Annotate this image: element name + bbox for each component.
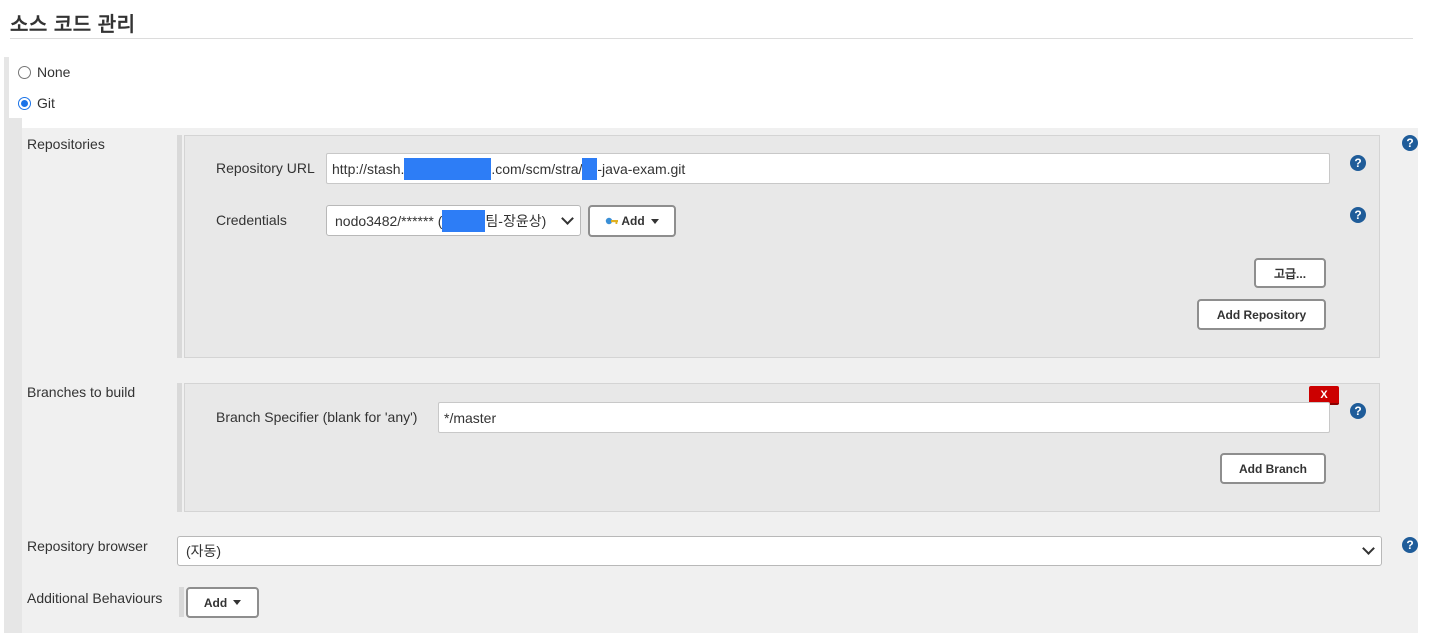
question-circle-icon[interactable]: ?: [1350, 403, 1366, 419]
credentials-add-button[interactable]: Add: [588, 205, 676, 237]
repositories-label: Repositories: [27, 136, 105, 152]
radio-none[interactable]: [18, 65, 31, 79]
behaviours-add-button[interactable]: Add: [186, 587, 259, 618]
repository-url-text-1: http://stash.: [332, 160, 405, 177]
credentials-text-2: 팀-장윤상): [485, 212, 547, 229]
behaviours-bar: [179, 587, 184, 617]
title-divider: [10, 38, 1413, 39]
branch-specifier-label: Branch Specifier (blank for 'any'): [216, 409, 418, 425]
repository-url-label: Repository URL: [216, 160, 315, 176]
scm-option-none-label: None: [37, 64, 71, 80]
caret-down-icon: [650, 218, 659, 224]
repository-url-text-2: .com/scm/stra/: [491, 160, 583, 177]
section-title: 소스 코드 관리: [10, 14, 136, 36]
repositories-bar: [177, 135, 182, 358]
branch-specifier-input[interactable]: */master: [438, 402, 1330, 433]
credentials-add-label: Add: [621, 214, 645, 228]
repository-url-text-3: -java-exam.git: [597, 160, 686, 177]
scm-option-git-label: Git: [37, 95, 55, 111]
question-circle-icon[interactable]: ?: [1350, 207, 1366, 223]
redaction-block: [442, 209, 486, 232]
question-circle-icon[interactable]: ?: [1402, 135, 1418, 151]
advanced-button[interactable]: 고급...: [1254, 258, 1326, 288]
repository-browser-select[interactable]: (자동): [177, 536, 1382, 566]
chevron-down-icon: [1362, 542, 1375, 555]
question-circle-icon[interactable]: ?: [1402, 537, 1418, 553]
behaviours-add-label: Add: [203, 595, 228, 610]
radio-git[interactable]: [18, 96, 31, 110]
caret-down-icon: [233, 600, 242, 605]
key-icon: [605, 216, 619, 226]
branches-label: Branches to build: [27, 384, 136, 400]
additional-behaviours-label: Additional Behaviours: [27, 590, 163, 606]
git-left-bar: [9, 118, 22, 633]
chevron-down-icon: [561, 211, 574, 225]
add-repository-button[interactable]: Add Repository: [1197, 299, 1326, 330]
redaction-block: [582, 157, 598, 180]
add-branch-button[interactable]: Add Branch: [1220, 453, 1326, 484]
credentials-select[interactable]: nodo3482/****** ( 팀-장윤상): [326, 205, 581, 236]
question-circle-icon[interactable]: ?: [1350, 155, 1366, 171]
scm-option-git[interactable]: Git: [18, 95, 55, 111]
credentials-text-1: nodo3482/****** (: [335, 212, 443, 229]
redaction-block: [404, 157, 492, 180]
repository-url-input[interactable]: http://stash. .com/scm/stra/ -java-exam.gi…: [326, 153, 1330, 184]
scm-option-none[interactable]: None: [18, 64, 70, 80]
repository-browser-label: Repository browser: [27, 538, 148, 554]
repository-browser-value: (자동): [186, 543, 222, 559]
branches-bar: [177, 383, 182, 512]
credentials-label: Credentials: [216, 212, 287, 228]
